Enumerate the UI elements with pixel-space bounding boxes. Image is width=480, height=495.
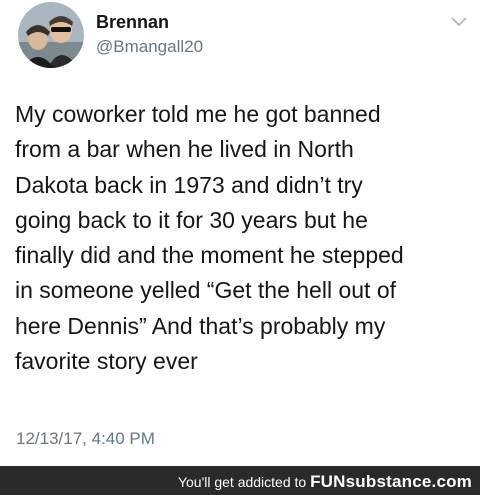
footer-brand[interactable]: FUNsubstance.com <box>310 472 472 491</box>
tweet-card: Brennan @Bmangall20 My coworker told me … <box>0 0 480 466</box>
watermark-footer: You'll get addicted to FUNsubstance.com <box>0 466 480 495</box>
footer-tagline: You'll get addicted to <box>177 474 307 490</box>
avatar-photo <box>18 2 84 68</box>
tweet-timestamp[interactable]: 12/13/17, 4:40 PM <box>16 429 155 449</box>
tweet-text-line: here Dennis” And that’s probably my <box>15 312 386 339</box>
tweet-text-line: finally did and the moment he stepped <box>15 242 404 269</box>
tweet-text-line: Dakota back in 1973 and didn’t try <box>15 171 363 198</box>
tweet-text-line: from a bar when he lived in North <box>15 136 354 163</box>
tweet-text-line: going back to it for 30 years but he <box>15 206 368 233</box>
author-handle[interactable]: @Bmangall20 <box>96 37 203 57</box>
footer-content: You'll get addicted to FUNsubstance.com <box>178 472 472 492</box>
chevron-down-icon[interactable] <box>451 15 467 27</box>
tweet-text: My coworker told me he got banned from a… <box>15 97 475 379</box>
avatar[interactable] <box>18 2 84 68</box>
tweet-text-line: favorite story ever <box>15 348 198 375</box>
tweet-text-line: My coworker told me he got banned <box>15 101 381 127</box>
author-name[interactable]: Brennan <box>96 12 169 33</box>
tweet-text-line: in someone yelled “Get the hell out of <box>15 277 397 304</box>
